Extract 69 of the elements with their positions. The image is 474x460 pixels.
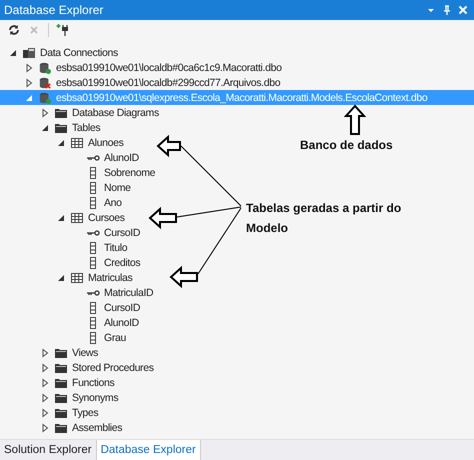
tree-item[interactable]: Matriculas — [0, 270, 136, 285]
plug-icon — [56, 23, 70, 37]
tree-item[interactable]: Stored Procedures — [0, 360, 158, 375]
close-icon — [29, 25, 39, 35]
outline-arrow — [344, 104, 366, 135]
collapse-icon[interactable] — [8, 48, 18, 58]
expand-icon[interactable] — [24, 62, 34, 72]
close-icon[interactable] — [458, 5, 468, 15]
tree-item[interactable]: Assemblies — [0, 420, 126, 435]
expand-icon[interactable] — [40, 108, 50, 118]
tree-item[interactable]: AlunoID — [0, 150, 143, 165]
expand-icon[interactable] — [24, 78, 34, 88]
folder-icon — [54, 346, 68, 358]
expand-icon[interactable] — [40, 422, 50, 432]
tree-item[interactable]: Nome — [0, 180, 135, 195]
tree-item[interactable]: MatriculaID — [0, 285, 158, 300]
table-icon — [70, 272, 84, 284]
folder-icon — [54, 406, 68, 418]
tree-item[interactable]: Data Connections — [0, 45, 122, 60]
database-error-icon — [38, 76, 52, 88]
collapse-icon[interactable] — [56, 212, 66, 222]
collapse-icon[interactable] — [56, 272, 66, 282]
tree-item[interactable]: Ano — [0, 195, 126, 210]
refresh-button[interactable] — [6, 22, 22, 38]
folder-icon — [54, 122, 68, 134]
pin-icon[interactable] — [442, 5, 452, 15]
refresh-icon — [8, 24, 20, 36]
tree-item[interactable]: CursoID — [0, 225, 144, 240]
annotation-text: Tabelas geradas a partir do Modelo — [246, 200, 402, 237]
tree-item[interactable]: esbsa019910we01\localdb#0ca6c1c9.Macoratti.dbo — [0, 60, 286, 75]
outline-arrow — [156, 134, 181, 158]
folder-icon — [54, 376, 68, 388]
collapse-icon[interactable] — [56, 138, 66, 148]
tree-item[interactable]: Types — [0, 405, 102, 420]
tree-item[interactable]: Synonyms — [0, 390, 122, 405]
annotation-text: Banco de dados — [300, 138, 393, 152]
database-icon — [38, 62, 52, 74]
panel-tab[interactable]: Database Explorer — [96, 440, 201, 460]
tree-item[interactable]: Alunoes — [0, 135, 128, 150]
table-icon — [70, 136, 84, 148]
tree-item[interactable]: Tables — [0, 120, 104, 135]
tree-item[interactable]: Titulo — [0, 240, 132, 255]
server-icon — [22, 46, 36, 58]
tree-item[interactable]: Database Diagrams — [0, 105, 163, 120]
expand-icon[interactable] — [40, 408, 50, 418]
expand-icon[interactable] — [40, 348, 50, 358]
tree-item[interactable]: Sobrenome — [0, 165, 160, 180]
database-icon — [38, 92, 52, 104]
tree-item[interactable]: Creditos — [0, 255, 144, 270]
tree-item[interactable]: Views — [0, 345, 102, 360]
folder-icon — [54, 106, 68, 118]
tree-item[interactable]: Functions — [0, 375, 118, 390]
outline-arrow — [148, 206, 177, 230]
folder-icon — [54, 392, 68, 404]
tree-item[interactable]: AlunoID — [0, 315, 143, 330]
outline-arrow — [170, 266, 198, 288]
expand-icon[interactable] — [40, 362, 50, 372]
tree-item[interactable]: CursoID — [0, 300, 144, 315]
tree-item[interactable]: Cursoes — [0, 210, 129, 225]
table-icon — [70, 212, 84, 224]
collapse-icon[interactable] — [40, 122, 50, 132]
connect-button[interactable] — [55, 22, 71, 38]
expand-icon[interactable] — [40, 378, 50, 388]
folder-icon — [54, 362, 68, 374]
expand-icon[interactable] — [40, 392, 50, 402]
window-title: Database Explorer — [4, 3, 104, 17]
tree-item[interactable]: Grau — [0, 330, 130, 345]
folder-icon — [54, 422, 68, 434]
tree-item[interactable]: esbsa019910we01\localdb#299ccd77.Arquivos.dbo — [0, 75, 284, 90]
